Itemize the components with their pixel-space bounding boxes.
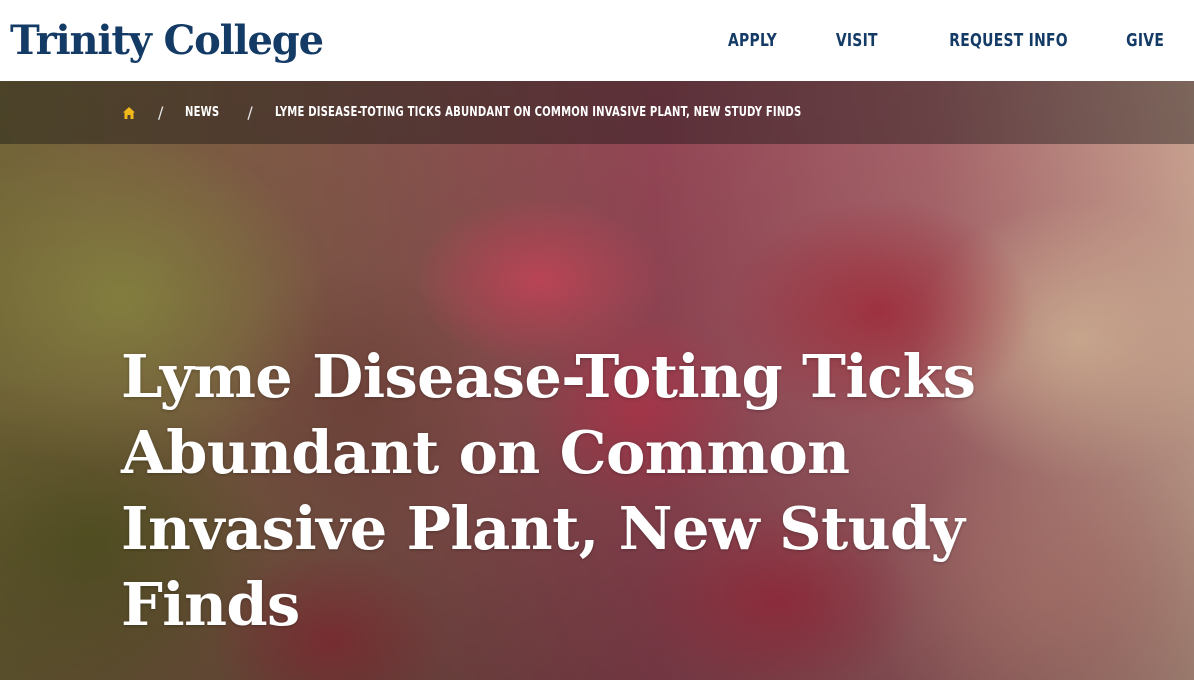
nav-give[interactable]: GIVE	[1126, 30, 1164, 51]
site-header: Trinity College APPLY VISIT REQUEST INFO…	[0, 0, 1194, 81]
breadcrumb-news-link[interactable]: NEWS	[185, 105, 219, 120]
breadcrumb-separator: /	[158, 103, 164, 122]
hero-banner: / NEWS / LYME DISEASE-TOTING TICKS ABUND…	[0, 81, 1194, 680]
breadcrumb: / NEWS / LYME DISEASE-TOTING TICKS ABUND…	[0, 81, 1194, 144]
page-title: Lyme Disease-Toting Ticks Abundant on Co…	[121, 342, 976, 639]
breadcrumb-current-page: LYME DISEASE-TOTING TICKS ABUNDANT ON CO…	[274, 105, 802, 120]
primary-nav: APPLY VISIT REQUEST INFO GIVE	[720, 30, 1164, 51]
home-icon	[123, 106, 135, 119]
breadcrumb-home-link[interactable]	[122, 106, 136, 120]
site-logo[interactable]: Trinity College	[10, 20, 324, 61]
nav-visit[interactable]: VISIT	[836, 30, 878, 51]
breadcrumb-separator: /	[247, 103, 253, 122]
nav-request-info[interactable]: REQUEST INFO	[949, 30, 1068, 51]
nav-apply[interactable]: APPLY	[728, 30, 777, 51]
